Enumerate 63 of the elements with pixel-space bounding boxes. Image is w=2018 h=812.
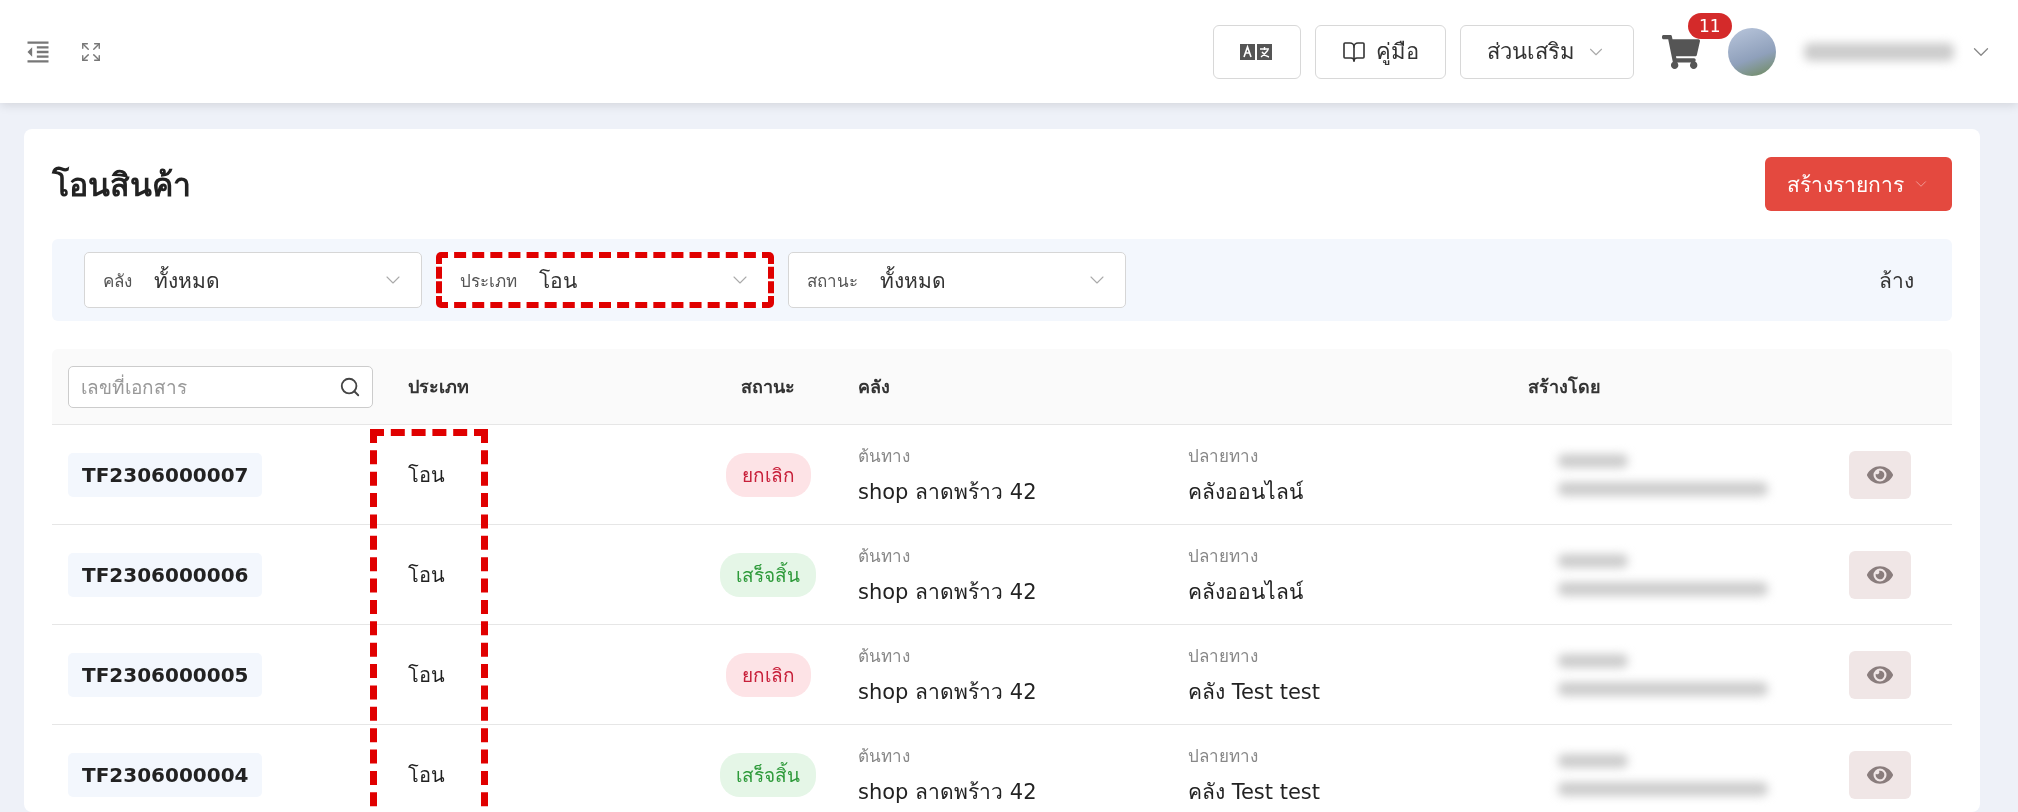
destination-value: คลัง Test test — [1188, 778, 1322, 806]
filter-label: สถานะ — [807, 269, 858, 293]
status-badge: ยกเลิก — [725, 652, 811, 697]
status-badge: ยกเลิก — [725, 452, 811, 497]
destination-label: ปลายทาง — [1188, 544, 1259, 568]
filter-select[interactable]: สถานะ ทั้งหมด — [788, 252, 1126, 308]
origin-value: shop ลาดพร้าว 42 — [858, 778, 1038, 806]
translate-icon — [1240, 41, 1274, 62]
destination-label: ปลายทาง — [1188, 744, 1259, 768]
status-badge: เสร็จสิ้น — [720, 552, 816, 597]
view-button[interactable] — [1849, 650, 1911, 699]
cart-count-badge: 11 — [1688, 12, 1732, 39]
table-cell-text: โอน — [408, 461, 445, 489]
search-icon — [339, 375, 361, 398]
destination-value: คลังออนไลน์ — [1188, 478, 1304, 506]
status-badge: เสร็จสิ้น — [720, 752, 816, 797]
destination-value: คลังออนไลน์ — [1188, 578, 1304, 606]
cart-icon[interactable] — [1662, 32, 1700, 71]
column-header: คลัง — [858, 375, 890, 399]
book-icon — [1342, 39, 1366, 64]
filter-select[interactable]: ประเภท โอน — [436, 252, 774, 308]
clear-button[interactable]: ล้าง — [1873, 262, 1920, 298]
origin-value: shop ลาดพร้าว 42 — [858, 678, 1038, 706]
origin-label: ต้นทาง — [858, 444, 911, 468]
avatar[interactable] — [1728, 27, 1776, 76]
view-button[interactable] — [1849, 550, 1911, 599]
column-header: สถานะ — [741, 375, 795, 399]
blurred-text — [1558, 453, 1628, 468]
destination-label: ปลายทาง — [1188, 644, 1259, 668]
manual-button[interactable]: คู่มือ — [1315, 24, 1446, 79]
column-header: ประเภท — [408, 375, 469, 399]
origin-value: shop ลาดพร้าว 42 — [858, 478, 1038, 506]
origin-label: ต้นทาง — [858, 544, 911, 568]
filter-label: ประเภท — [460, 269, 517, 293]
origin-label: ต้นทาง — [858, 744, 911, 768]
addons-dropdown[interactable]: ส่วนเสริม — [1460, 24, 1634, 79]
destination-label: ปลายทาง — [1188, 444, 1259, 468]
search-field[interactable]: เลขที่เอกสาร — [68, 365, 373, 408]
origin-value: shop ลาดพร้าว 42 — [858, 578, 1038, 606]
blurred-text — [1558, 653, 1628, 668]
create-button[interactable]: สร้างรายการ — [1765, 157, 1952, 211]
fullscreen-icon[interactable] — [80, 40, 102, 63]
view-button[interactable] — [1849, 750, 1911, 799]
table-cell-text: โอน — [408, 661, 445, 689]
document-number[interactable]: TF2306000004 — [68, 752, 263, 797]
translate-button[interactable] — [1213, 24, 1301, 79]
document-number[interactable]: TF2306000006 — [68, 552, 263, 597]
blurred-text — [1558, 553, 1628, 568]
filter-label: คลัง — [103, 269, 132, 293]
view-button[interactable] — [1849, 450, 1911, 499]
document-number[interactable]: TF2306000005 — [68, 652, 263, 697]
table-cell-text: โอน — [408, 761, 445, 789]
destination-value: คลัง Test test — [1188, 678, 1322, 706]
document-number[interactable]: TF2306000007 — [68, 452, 263, 497]
page-title: โอนสินค้า — [52, 164, 191, 206]
filter-value: ทั้งหมด — [154, 265, 221, 295]
filter-select[interactable]: คลัง ทั้งหมด — [84, 252, 422, 308]
filter-value: โอน — [539, 267, 578, 295]
origin-label: ต้นทาง — [858, 644, 911, 668]
table-cell-text: โอน — [408, 561, 445, 589]
filter-value: ทั้งหมด — [880, 265, 947, 295]
blurred-text — [1558, 753, 1628, 768]
column-header: สร้างโดย — [1527, 375, 1601, 399]
